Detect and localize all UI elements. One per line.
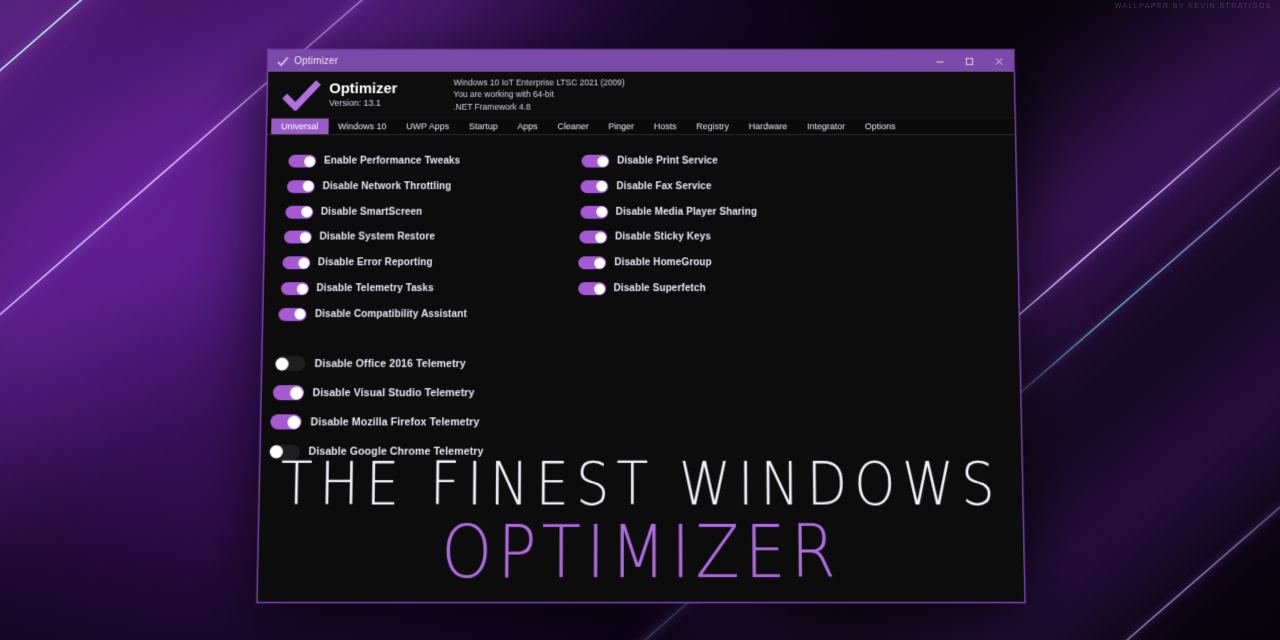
toggle-switch[interactable]: [578, 256, 607, 270]
toggle-knob: [595, 206, 607, 218]
minimize-button[interactable]: [925, 50, 955, 71]
toggle-knob: [294, 308, 306, 320]
system-info: Windows 10 IoT Enterprise LTSC 2021 (200…: [453, 76, 624, 113]
window-stage: Optimizer Optimizer Version: 13.1 Window…: [0, 0, 1280, 640]
app-logo-check-icon: [279, 77, 323, 112]
toggle-switch[interactable]: [577, 282, 606, 296]
toggle-row[interactable]: Disable Office 2016 Telemetry: [274, 356, 466, 372]
toggle-knob: [301, 206, 313, 218]
toggle-row[interactable]: Disable Mozilla Firefox Telemetry: [270, 414, 480, 430]
toggle-knob: [287, 415, 301, 429]
optimizer-window: Optimizer Optimizer Version: 13.1 Window…: [256, 49, 1026, 603]
toggle-row[interactable]: Disable Visual Studio Telemetry: [272, 385, 475, 401]
toggle-row[interactable]: Disable Telemetry Tasks: [280, 282, 434, 296]
toggle-knob: [597, 155, 609, 167]
toggle-knob: [596, 181, 608, 192]
toggle-knob: [595, 231, 607, 243]
toggle-knob: [302, 181, 314, 192]
tab-registry[interactable]: Registry: [686, 119, 738, 135]
toggle-label: Disable Visual Studio Telemetry: [312, 386, 475, 399]
toggle-label: Disable SmartScreen: [320, 206, 423, 218]
toggle-knob: [299, 231, 311, 243]
tab-cleaner[interactable]: Cleaner: [547, 119, 598, 135]
toggle-knob: [296, 283, 308, 295]
tagline-line-2: OPTIMIZER: [440, 510, 842, 595]
tab-startup[interactable]: Startup: [459, 119, 508, 135]
toggle-switch[interactable]: [288, 154, 317, 168]
toggle-switch[interactable]: [286, 180, 315, 193]
window-controls: [925, 50, 1014, 71]
toggle-switch[interactable]: [270, 414, 302, 430]
system-info-arch: You are working with 64-bit: [453, 89, 554, 100]
toggle-row[interactable]: Disable Network Throttling: [286, 180, 452, 193]
toggle-switch[interactable]: [280, 282, 309, 296]
toggle-row[interactable]: Disable Sticky Keys: [579, 230, 711, 244]
toggle-row[interactable]: Disable System Restore: [283, 230, 436, 244]
toggle-knob: [297, 257, 310, 269]
toggle-switch[interactable]: [581, 154, 610, 168]
tab-windows-10[interactable]: Windows 10: [328, 119, 396, 135]
tab-hosts[interactable]: Hosts: [644, 119, 687, 135]
toggle-label: Disable HomeGroup: [614, 257, 712, 269]
system-info-os: Windows 10 IoT Enterprise LTSC 2021 (200…: [453, 77, 625, 87]
toggle-row[interactable]: Disable Error Reporting: [281, 256, 433, 270]
toggle-knob: [593, 283, 605, 295]
toggle-label: Disable Media Player Sharing: [615, 206, 758, 218]
tab-pinger[interactable]: Pinger: [598, 119, 644, 135]
toggle-switch[interactable]: [283, 230, 312, 244]
universal-tab-panel: Enable Performance Tweaks Disable Network…: [257, 135, 1025, 603]
toggle-label: Disable Sticky Keys: [615, 231, 711, 243]
toggle-label: Disable Office 2016 Telemetry: [314, 357, 466, 370]
toggle-row[interactable]: Disable Media Player Sharing: [579, 205, 758, 219]
tagline-line-1: THE FINEST WINDOWS: [279, 451, 1003, 520]
toggle-label: Disable Error Reporting: [317, 257, 433, 269]
tab-options[interactable]: Options: [855, 119, 906, 135]
toggle-row[interactable]: Enable Performance Tweaks: [288, 154, 461, 168]
toggle-switch[interactable]: [285, 205, 314, 219]
toggle-label: Disable Compatibility Assistant: [314, 308, 467, 320]
app-name: Optimizer: [329, 80, 398, 97]
toggle-label: Disable Mozilla Firefox Telemetry: [310, 416, 480, 429]
toggle-switch[interactable]: [278, 307, 307, 321]
app-header: Optimizer Version: 13.1 Windows 10 IoT E…: [267, 71, 1015, 119]
toggle-label: Disable Print Service: [617, 155, 718, 167]
toggle-row[interactable]: Disable Print Service: [581, 154, 718, 168]
toggle-switch[interactable]: [579, 205, 608, 219]
toggle-knob: [289, 386, 303, 400]
system-info-dotnet: .NET Framework 4.8: [453, 101, 531, 112]
toggle-knob: [275, 357, 289, 371]
toggle-switch[interactable]: [580, 180, 609, 193]
tab-universal[interactable]: Universal: [271, 118, 329, 135]
toggle-label: Disable Network Throttling: [322, 181, 452, 192]
tab-hardware[interactable]: Hardware: [739, 119, 797, 135]
toggle-row[interactable]: Disable Compatibility Assistant: [278, 307, 467, 321]
toggle-label: Disable System Restore: [319, 231, 436, 243]
maximize-button[interactable]: [954, 50, 984, 71]
tagline: THE FINEST WINDOWS OPTIMIZER: [258, 451, 1024, 595]
tab-uwp-apps[interactable]: UWP Apps: [396, 119, 459, 135]
tab-bar: Universal Windows 10 UWP Apps Startup Apps Cl…: [267, 118, 1015, 136]
toggle-label: Disable Superfetch: [613, 283, 706, 295]
toggle-row[interactable]: Disable Fax Service: [580, 180, 712, 193]
toggle-switch[interactable]: [272, 385, 304, 401]
toggle-row[interactable]: Disable HomeGroup: [578, 256, 712, 270]
check-icon: [276, 55, 289, 68]
toggle-row[interactable]: Disable SmartScreen: [285, 205, 423, 219]
toggle-label: Enable Performance Tweaks: [323, 155, 461, 167]
toggle-knob: [594, 257, 606, 269]
tab-apps[interactable]: Apps: [507, 119, 547, 135]
toggle-switch[interactable]: [579, 230, 608, 244]
window-title: Optimizer: [294, 55, 339, 67]
app-brand: Optimizer Version: 13.1: [328, 80, 448, 109]
toggle-row[interactable]: Disable Superfetch: [577, 282, 706, 296]
toggle-knob: [304, 155, 316, 167]
toggle-label: Disable Fax Service: [616, 181, 712, 192]
tab-integrator[interactable]: Integrator: [797, 119, 855, 135]
close-button[interactable]: [984, 50, 1014, 71]
window-titlebar[interactable]: Optimizer: [268, 50, 1014, 72]
toggle-switch[interactable]: [281, 256, 311, 270]
toggle-switch[interactable]: [274, 356, 306, 372]
app-version: Version: 13.1: [328, 98, 381, 109]
toggle-label: Disable Telemetry Tasks: [316, 283, 434, 295]
